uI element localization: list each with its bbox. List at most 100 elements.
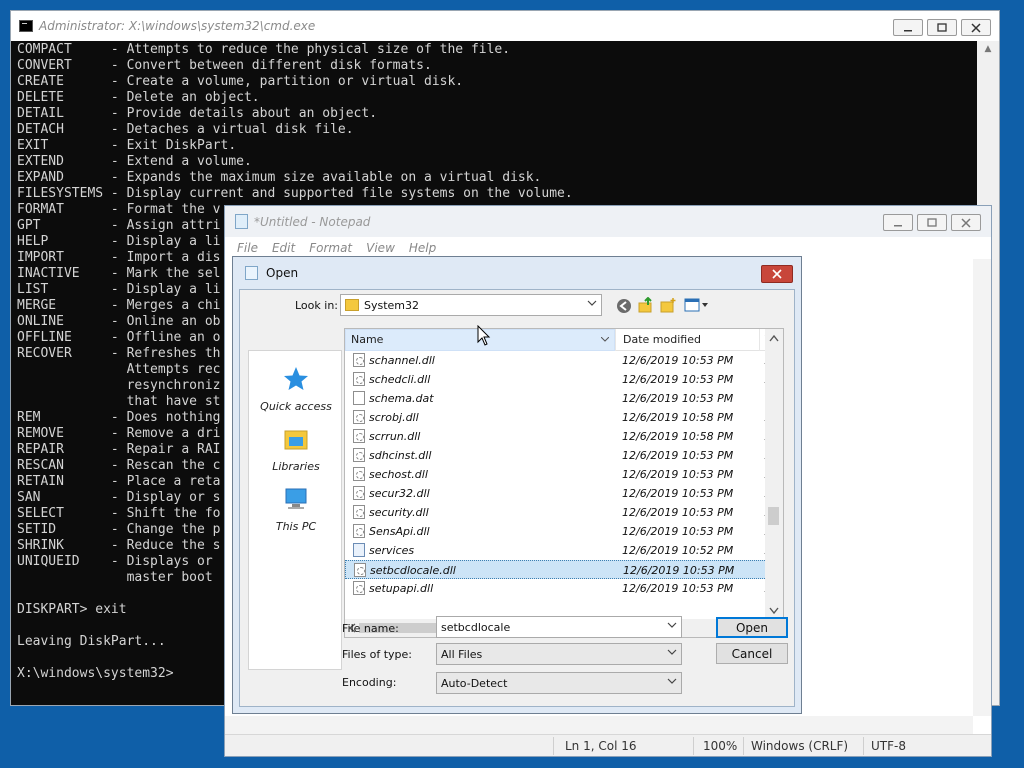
file-list-header: Name Date modified Ty bbox=[345, 329, 777, 351]
file-name: sdhcinst.dll bbox=[369, 449, 432, 462]
place-libraries[interactable]: Libraries bbox=[249, 425, 343, 473]
file-icon bbox=[353, 391, 365, 405]
file-row[interactable]: security.dll12/6/2019 10:53 PMAp bbox=[345, 503, 780, 522]
column-date-label[interactable]: Date modified bbox=[623, 333, 701, 346]
chevron-down-icon[interactable] bbox=[667, 620, 677, 630]
cmd-title: Administrator: X:\windows\system32\cmd.e… bbox=[39, 19, 316, 33]
close-button[interactable] bbox=[961, 19, 991, 36]
minimize-button[interactable] bbox=[893, 19, 923, 36]
maximize-button[interactable] bbox=[927, 19, 957, 36]
place-quick-access[interactable]: Quick access bbox=[249, 365, 343, 413]
file-date: 12/6/2019 10:53 PM bbox=[622, 487, 734, 500]
mouse-cursor-icon bbox=[477, 325, 491, 346]
new-folder-icon[interactable] bbox=[660, 297, 676, 313]
file-date: 12/6/2019 10:53 PM bbox=[622, 468, 734, 481]
menu-edit[interactable]: Edit bbox=[272, 241, 295, 255]
computer-icon bbox=[285, 488, 307, 509]
file-row[interactable]: services12/6/2019 10:52 PMAp bbox=[345, 541, 780, 560]
file-row[interactable]: scrrun.dll12/6/2019 10:58 PMAp bbox=[345, 427, 780, 446]
file-row[interactable]: setbcdlocale.dll12/6/2019 10:53 PMAp bbox=[345, 560, 781, 579]
file-row[interactable]: secur32.dll12/6/2019 10:53 PMAp bbox=[345, 484, 780, 503]
file-icon bbox=[353, 429, 365, 443]
file-row[interactable]: setupapi.dll12/6/2019 10:53 PMAp bbox=[345, 579, 780, 598]
file-icon bbox=[353, 543, 365, 557]
minimize-icon bbox=[894, 224, 902, 226]
file-date: 12/6/2019 10:53 PM bbox=[623, 564, 735, 577]
file-row[interactable]: sdhcinst.dll12/6/2019 10:53 PMAp bbox=[345, 446, 780, 465]
notepad-title-bar[interactable]: *Untitled - Notepad bbox=[225, 206, 991, 237]
status-encoding: UTF-8 bbox=[871, 739, 906, 753]
places-bar: Quick access Libraries This PC bbox=[248, 350, 342, 670]
notepad-minimize-button[interactable] bbox=[883, 214, 913, 231]
dialog-close-button[interactable] bbox=[761, 265, 793, 283]
scroll-up-icon[interactable] bbox=[769, 334, 779, 342]
file-row[interactable]: scrobj.dll12/6/2019 10:58 PMAp bbox=[345, 408, 780, 427]
file-row[interactable]: sechost.dll12/6/2019 10:53 PMAp bbox=[345, 465, 780, 484]
file-row[interactable]: schedcli.dll12/6/2019 10:53 PMAp bbox=[345, 370, 780, 389]
console-line: DELETE - Delete an object. bbox=[17, 90, 260, 105]
vertical-scroll-thumb[interactable] bbox=[768, 507, 779, 525]
encoding-select[interactable]: Auto-Detect bbox=[436, 672, 682, 694]
file-row[interactable]: schema.dat12/6/2019 10:53 PMDA bbox=[345, 389, 781, 408]
file-list[interactable]: Name Date modified Ty schannel.dll 12/6/2… bbox=[344, 328, 784, 638]
cmd-app-icon bbox=[19, 20, 33, 32]
files-of-type-label: Files of type: bbox=[342, 648, 413, 661]
file-icon bbox=[354, 563, 366, 577]
file-icon bbox=[353, 524, 365, 538]
file-list-vertical-scrollbar[interactable] bbox=[765, 329, 783, 621]
look-in-label: Look in: bbox=[295, 299, 338, 312]
cmd-title-bar[interactable]: Administrator: X:\windows\system32\cmd.e… bbox=[11, 11, 999, 41]
console-line: DETACH - Detaches a virtual disk file. bbox=[17, 122, 354, 137]
file-name: setupapi.dll bbox=[369, 582, 434, 595]
scroll-up-icon[interactable]: ▲ bbox=[977, 41, 999, 58]
up-folder-icon[interactable] bbox=[638, 297, 654, 313]
close-icon bbox=[772, 269, 782, 279]
maximize-icon bbox=[937, 22, 947, 32]
chevron-down-icon[interactable] bbox=[601, 337, 609, 343]
dialog-content: Look in: System32 Quick access Libraries… bbox=[239, 289, 795, 707]
menu-view[interactable]: View bbox=[366, 241, 395, 255]
notepad-maximize-button[interactable] bbox=[917, 214, 947, 231]
file-date: 12/6/2019 10:53 PM bbox=[622, 392, 734, 405]
minimize-icon bbox=[904, 29, 912, 31]
column-name-label: Name bbox=[351, 333, 384, 346]
notepad-vertical-scrollbar[interactable] bbox=[973, 259, 991, 716]
star-icon bbox=[284, 367, 308, 390]
view-menu-icon[interactable] bbox=[684, 297, 710, 313]
menu-help[interactable]: Help bbox=[409, 241, 436, 255]
file-icon bbox=[353, 410, 365, 424]
scroll-down-icon[interactable] bbox=[769, 607, 779, 615]
menu-format[interactable]: Format bbox=[309, 241, 352, 255]
file-name: secur32.dll bbox=[369, 487, 430, 500]
file-row[interactable]: SensApi.dll12/6/2019 10:53 PMAp bbox=[345, 522, 780, 541]
chevron-down-icon bbox=[667, 649, 677, 655]
files-of-type-value: All Files bbox=[441, 647, 483, 661]
place-this-pc[interactable]: This PC bbox=[249, 485, 343, 533]
place-label: This PC bbox=[275, 520, 317, 533]
notepad-close-button[interactable] bbox=[951, 214, 981, 231]
look-in-combo[interactable]: System32 bbox=[340, 294, 602, 316]
console-line: EXTEND - Extend a volume. bbox=[17, 154, 252, 169]
cancel-button[interactable]: Cancel bbox=[716, 643, 788, 664]
status-line-ending: Windows (CRLF) bbox=[751, 739, 849, 753]
back-icon[interactable] bbox=[616, 298, 632, 314]
encoding-label: Encoding: bbox=[342, 676, 397, 689]
menu-file[interactable]: File bbox=[237, 241, 258, 255]
maximize-icon bbox=[927, 217, 937, 227]
chevron-down-icon bbox=[587, 300, 597, 306]
files-of-type-select[interactable]: All Files bbox=[436, 643, 682, 665]
look-in-value: System32 bbox=[364, 298, 420, 312]
chevron-down-icon bbox=[667, 678, 677, 684]
file-date: 12/6/2019 10:53 PM bbox=[622, 525, 734, 538]
open-dialog-title-bar[interactable]: Open bbox=[233, 257, 801, 289]
file-name: schema.dat bbox=[369, 392, 434, 405]
console-line: CREATE - Create a volume, partition or v… bbox=[17, 74, 464, 89]
file-date: 12/6/2019 10:53 PM bbox=[622, 373, 734, 386]
dialog-title: Open bbox=[266, 266, 299, 280]
notepad-horizontal-scrollbar[interactable] bbox=[225, 716, 973, 734]
console-line: DETAIL - Provide details about an object… bbox=[17, 106, 378, 121]
file-row[interactable]: schannel.dll12/6/2019 10:53 PMAp bbox=[345, 351, 780, 370]
file-icon bbox=[353, 581, 365, 595]
open-button[interactable]: Open bbox=[716, 617, 788, 638]
file-name-input[interactable]: setbcdlocale bbox=[436, 616, 682, 638]
